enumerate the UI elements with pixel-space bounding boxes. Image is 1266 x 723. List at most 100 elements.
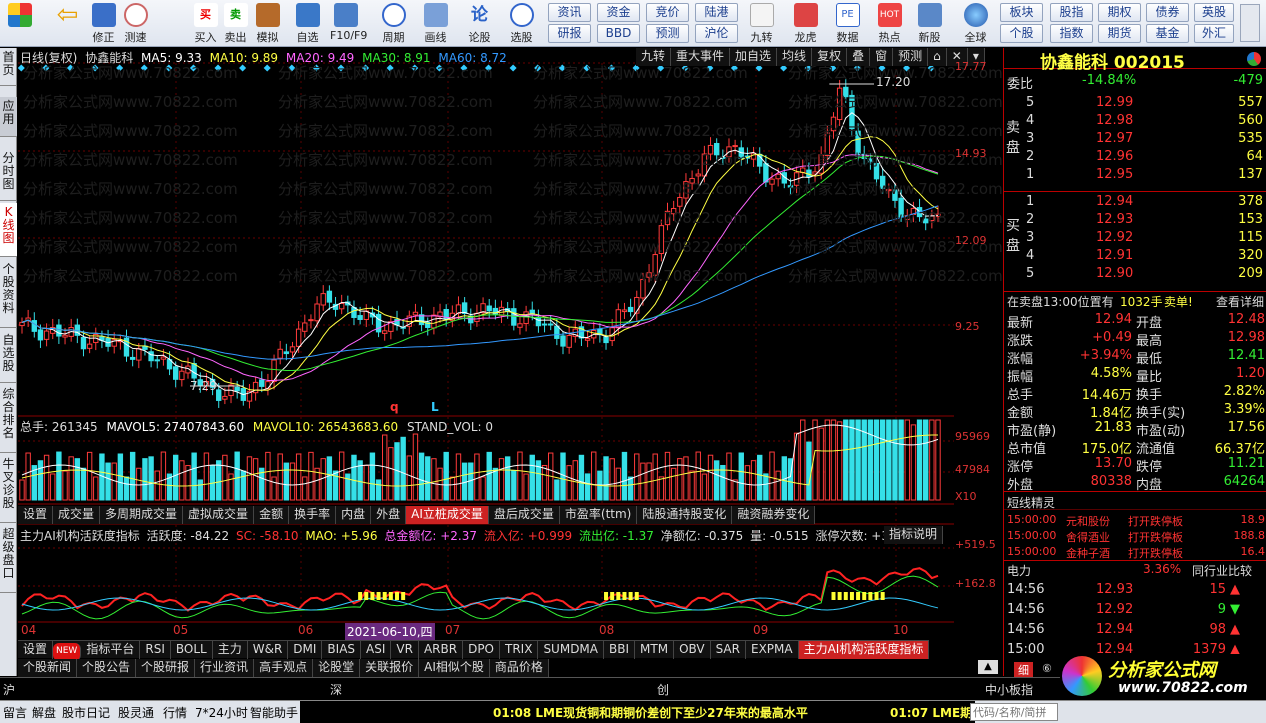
sbtn-zijin[interactable]: 资金	[597, 3, 640, 22]
sbtn-jingjia[interactable]: 竞价	[646, 3, 689, 22]
vtab-amount[interactable]: 金额	[254, 506, 290, 524]
info-research[interactable]: 个股研报	[136, 659, 196, 677]
toolbar-scroll[interactable]	[1240, 4, 1260, 42]
forum-button[interactable]: 论论股	[464, 1, 495, 45]
status-quote[interactable]: 行情	[163, 704, 187, 721]
sbtn-zhishu[interactable]: 指数	[1050, 24, 1093, 43]
vtab-turnover[interactable]: 换手率	[289, 506, 337, 524]
itab-ai-active[interactable]: 主力AI机构活跃度指标	[798, 641, 930, 659]
tool-jiuzhuan[interactable]: 九转	[636, 48, 672, 66]
tick-tab-detail[interactable]: 细	[1014, 662, 1033, 678]
vtab-inner[interactable]: 内盘	[336, 506, 372, 524]
status-gulingtong[interactable]: 股灵通	[118, 704, 154, 721]
pie-icon[interactable]	[1247, 52, 1261, 66]
note-detail-link[interactable]: 查看详细	[1216, 293, 1264, 310]
vtab-virtual[interactable]: 虚拟成交量	[183, 506, 255, 524]
vtab-multi[interactable]: 多周期成交量	[100, 506, 184, 524]
bid-row[interactable]: 5 12.90 209	[1004, 265, 1266, 283]
home-button[interactable]	[4, 1, 35, 45]
news-item-1[interactable]: 01:08 LME现货铜和期铜价差创下至少27年来的最高水平	[493, 704, 808, 721]
ask-row[interactable]: 4 12.98 560	[1004, 112, 1266, 130]
sbtn-qiquan[interactable]: 期权	[1098, 3, 1141, 22]
news-item-2[interactable]: 01:07 LME期	[890, 704, 972, 721]
itab-bias[interactable]: BIAS	[322, 641, 362, 659]
nav-orderbook[interactable]: 超级盘口	[0, 525, 17, 593]
period-button[interactable]: 周期	[378, 1, 409, 45]
tool-forecast[interactable]: 预测	[893, 48, 929, 66]
status-analysis[interactable]: 解盘	[32, 704, 56, 721]
itab-mtm[interactable]: MTM	[635, 641, 675, 659]
status-diary[interactable]: 股市日记	[62, 704, 110, 721]
draw-button[interactable]: 画线	[420, 1, 451, 45]
sbtn-bbd[interactable]: BBD	[597, 24, 640, 43]
sbtn-zixun[interactable]: 资讯	[548, 3, 591, 22]
vtab-pe[interactable]: 市盈率(ttm)	[560, 506, 638, 524]
data-button[interactable]: PE 数据	[832, 1, 863, 45]
sbtn-jijin[interactable]: 基金	[1146, 24, 1189, 43]
vtab-settings[interactable]: 设置	[18, 506, 54, 524]
itab-zhuli[interactable]: 主力	[213, 641, 248, 659]
kline-chart[interactable]	[18, 48, 954, 676]
vtab-margin[interactable]: 融资融券变化	[732, 506, 816, 524]
itab-dmi[interactable]: DMI	[288, 641, 323, 659]
nav-diagnose[interactable]: 牛叉诊股	[0, 455, 17, 523]
sbtn-qihuo[interactable]: 期货	[1098, 24, 1141, 43]
sbtn-guzhi[interactable]: 股指	[1050, 3, 1093, 22]
vtab-ai[interactable]: AI立桩成交量	[406, 506, 489, 524]
select-stock-button[interactable]: 选股	[506, 1, 537, 45]
longhu-button[interactable]: 龙虎	[790, 1, 821, 45]
toolbar-btn-1[interactable]: 测速	[120, 1, 151, 45]
info-news[interactable]: 个股新闻	[18, 659, 78, 677]
tool-overlay[interactable]: 叠	[847, 48, 871, 66]
f10-button[interactable]: F10/F9	[330, 1, 367, 45]
nav-watchlist[interactable]: 自选股	[0, 331, 17, 383]
nav-profile[interactable]: 个股资料	[0, 260, 17, 328]
itab-expma[interactable]: EXPMA	[746, 641, 799, 659]
tick-tab-six[interactable]: ⑥	[1038, 662, 1056, 675]
sbtn-lugang[interactable]: 陆港	[695, 3, 738, 22]
vtab-after[interactable]: 盘后成交量	[489, 506, 560, 524]
ask-row[interactable]: 1 12.95 137	[1004, 166, 1266, 184]
chart-area[interactable]: 分析家公式网www.70822.com 分析家公式网www.70822.com 分析…	[18, 48, 1003, 677]
info-views[interactable]: 高手观点	[254, 659, 314, 677]
global-button[interactable]: 全球	[960, 1, 991, 45]
sbtn-yuce[interactable]: 预测	[646, 24, 689, 43]
vtab-volume[interactable]: 成交量	[53, 506, 101, 524]
sbtn-hulun[interactable]: 沪伦	[695, 24, 738, 43]
toolbar-btn-0[interactable]: 修正	[88, 1, 119, 45]
info-ai-similar[interactable]: AI相似个股	[419, 659, 490, 677]
itab-asi[interactable]: ASI	[361, 641, 392, 659]
nav-ranking[interactable]: 综合排名	[0, 385, 17, 453]
bid-row[interactable]: 1 12.94 378	[1004, 193, 1266, 211]
info-industry[interactable]: 行业资讯	[195, 659, 255, 677]
jiuzhuan-button[interactable]: 九转	[746, 1, 777, 45]
tool-ma[interactable]: 均线	[777, 48, 813, 66]
vtab-northbound[interactable]: 陆股通持股变化	[637, 506, 733, 524]
status-msg[interactable]: 留言	[3, 704, 27, 721]
ask-row[interactable]: 3 12.97 535	[1004, 130, 1266, 148]
tool-addwatch[interactable]: 加自选	[730, 48, 778, 66]
bid-row[interactable]: 4 12.91 320	[1004, 247, 1266, 265]
indicator-explain-button[interactable]: 指标说明	[884, 526, 944, 544]
nav-timeshare[interactable]: 分时图	[0, 149, 17, 201]
tool-events[interactable]: 重大事件	[671, 48, 731, 66]
itab-wr[interactable]: W&R	[248, 641, 289, 659]
sbtn-yinggu[interactable]: 英股	[1194, 3, 1234, 22]
itab-platform[interactable]: 指标平台	[81, 641, 141, 659]
buy-button[interactable]: 买买入	[190, 1, 221, 45]
itab-trix[interactable]: TRIX	[500, 641, 539, 659]
info-commodity[interactable]: 商品价格	[490, 659, 549, 677]
bid-row[interactable]: 3 12.92 115	[1004, 229, 1266, 247]
industry-compare-link[interactable]: 同行业比较	[1192, 562, 1252, 579]
sbtn-waihui[interactable]: 外汇	[1194, 24, 1234, 43]
itab-boll[interactable]: BOLL	[171, 641, 213, 659]
info-notice[interactable]: 个股公告	[77, 659, 137, 677]
market-sh[interactable]: 沪	[3, 681, 15, 698]
sbtn-bankuai[interactable]: 板块	[1000, 3, 1043, 22]
itab-sumdma[interactable]: SUMDMA	[538, 641, 604, 659]
itab-vr[interactable]: VR	[391, 641, 419, 659]
tool-adjust[interactable]: 复权	[812, 48, 848, 66]
itab-arbr[interactable]: ARBR	[419, 641, 464, 659]
code-search-input[interactable]	[970, 703, 1058, 721]
simulate-button[interactable]: 模拟	[252, 1, 283, 45]
